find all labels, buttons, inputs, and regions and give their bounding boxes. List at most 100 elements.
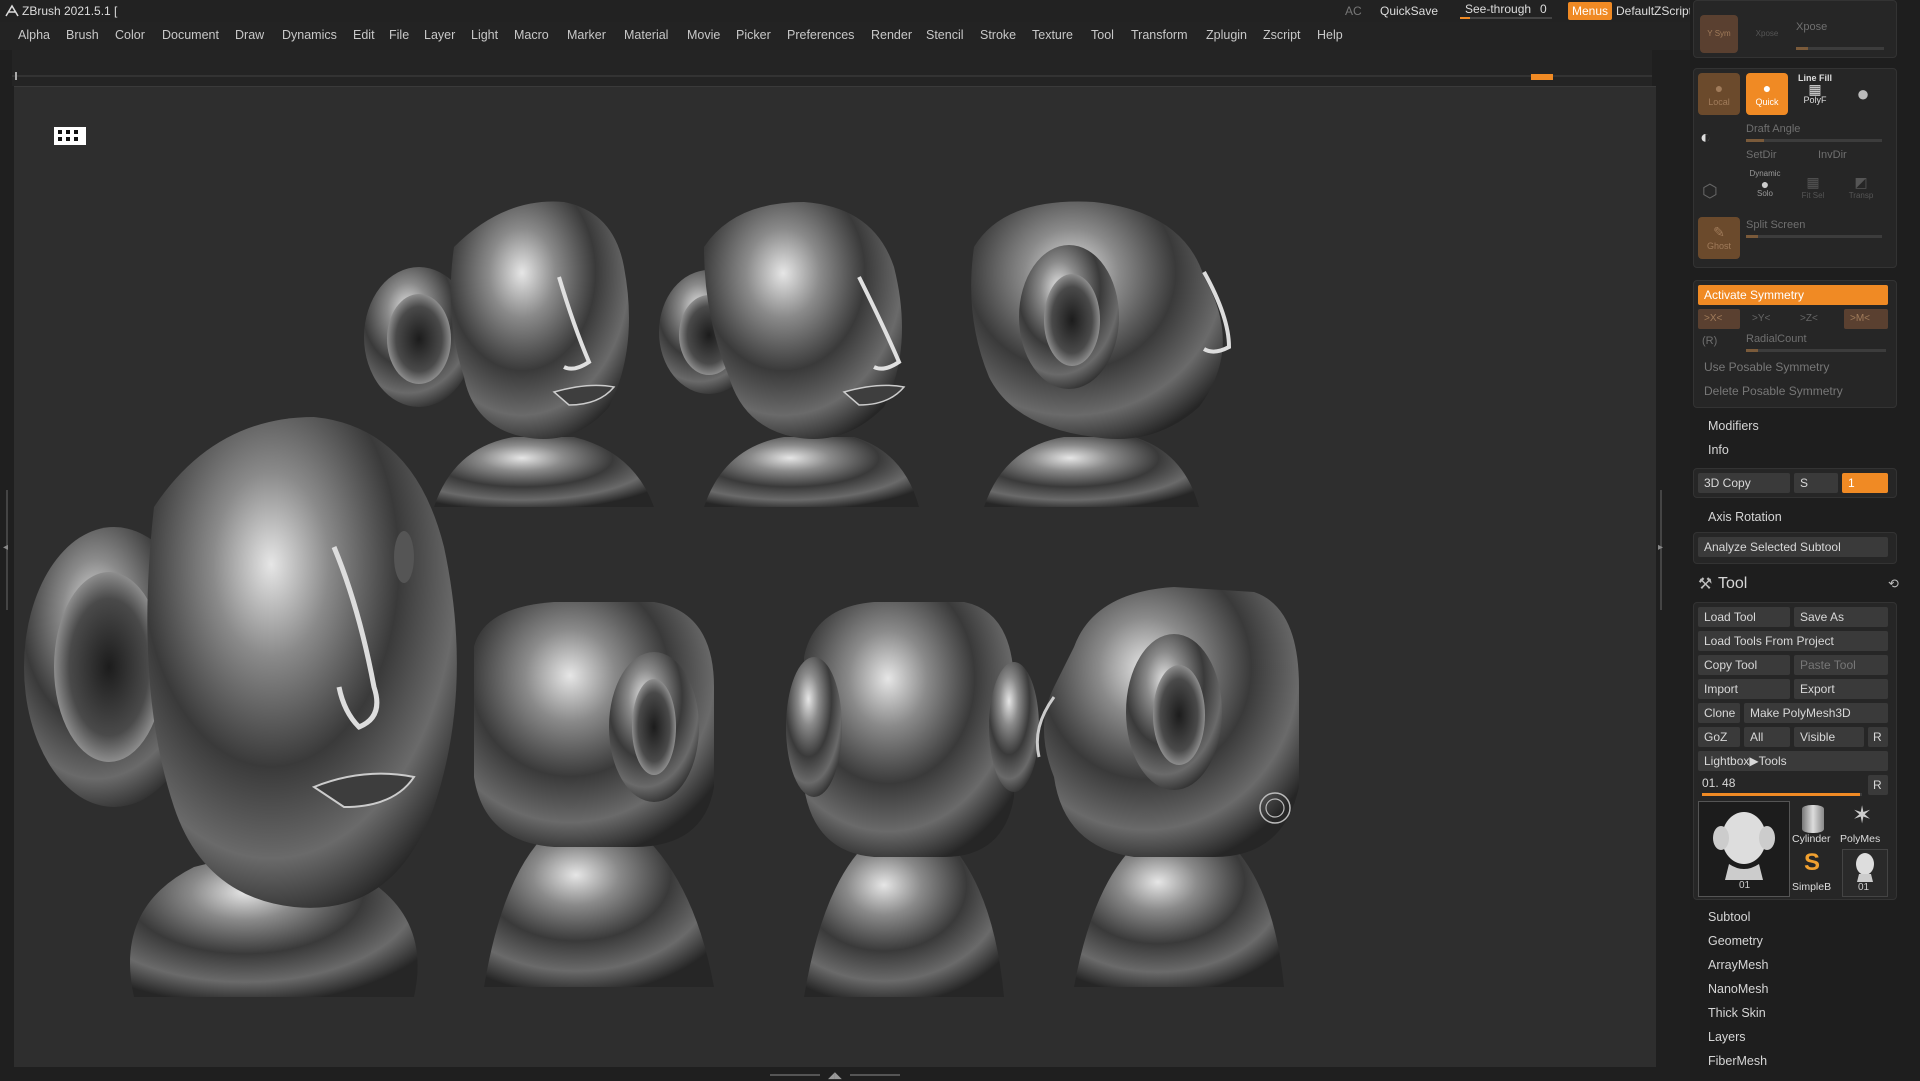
- copy3d-button[interactable]: 3D Copy: [1698, 473, 1790, 493]
- goz-all-button[interactable]: All: [1744, 727, 1790, 747]
- menu-render[interactable]: Render: [871, 28, 912, 42]
- menu-layer[interactable]: Layer: [424, 28, 455, 42]
- menu-tool[interactable]: Tool: [1091, 28, 1114, 42]
- default-zscript-button[interactable]: DefaultZScript: [1616, 0, 1692, 22]
- lightbox-tools-button[interactable]: Lightbox▶Tools: [1698, 751, 1888, 771]
- arraymesh-section[interactable]: ArrayMesh: [1708, 958, 1768, 972]
- info-section[interactable]: Info: [1708, 443, 1729, 457]
- menu-movie[interactable]: Movie: [687, 28, 720, 42]
- tool-r-button[interactable]: R: [1868, 775, 1888, 795]
- sym-x-button[interactable]: >X<: [1698, 309, 1740, 329]
- sculpt-head-top-2[interactable]: [659, 202, 919, 507]
- paste-tool-button[interactable]: Paste Tool: [1794, 655, 1888, 675]
- tool-slider[interactable]: [1702, 793, 1862, 796]
- invdir-button[interactable]: InvDir: [1818, 149, 1847, 161]
- subtool-section[interactable]: Subtool: [1708, 910, 1750, 924]
- copy3d-s-button[interactable]: S: [1794, 473, 1838, 493]
- menu-zplugin[interactable]: Zplugin: [1206, 28, 1247, 42]
- goz-r-button[interactable]: R: [1868, 727, 1888, 747]
- make-polymesh3d-button[interactable]: Make PolyMesh3D: [1744, 703, 1888, 723]
- copy-tool-button[interactable]: Copy Tool: [1698, 655, 1790, 675]
- timeline-cursor[interactable]: [1531, 74, 1553, 80]
- radial-r-button[interactable]: (R): [1702, 335, 1717, 347]
- sculpt-head-bottom-1[interactable]: [474, 602, 714, 987]
- left-tray-handle[interactable]: ◂: [3, 490, 11, 610]
- timeline[interactable]: [12, 50, 1652, 86]
- tool-header[interactable]: ⚒ Tool ⟲: [1690, 572, 1920, 598]
- menu-marker[interactable]: Marker: [567, 28, 606, 42]
- quicksave-button[interactable]: QuickSave: [1380, 0, 1438, 22]
- menu-file[interactable]: File: [389, 28, 409, 42]
- goz-visible-button[interactable]: Visible: [1794, 727, 1864, 747]
- sym-z-button[interactable]: >Z<: [1794, 309, 1836, 329]
- canvas-fps-icon[interactable]: [54, 127, 86, 145]
- setdir-button[interactable]: SetDir: [1746, 149, 1777, 161]
- tool-pin-icon[interactable]: ⚒: [1698, 574, 1712, 594]
- seethrough-slider[interactable]: See-through 0: [1460, 0, 1552, 20]
- radialcount-slider[interactable]: [1746, 349, 1886, 352]
- goz-button[interactable]: GoZ: [1698, 727, 1740, 747]
- export-button[interactable]: Export: [1794, 679, 1888, 699]
- sculpt-head-top-3[interactable]: [971, 201, 1232, 507]
- cube-icon[interactable]: ⬡: [1702, 181, 1718, 202]
- contrast-icon[interactable]: ◐: [1700, 127, 1711, 148]
- menu-preferences[interactable]: Preferences: [787, 28, 854, 42]
- menu-dynamics[interactable]: Dynamics: [282, 28, 337, 42]
- tool-thumb-simplebrush[interactable]: S SimpleB: [1792, 849, 1838, 895]
- clone-button[interactable]: Clone: [1698, 703, 1740, 723]
- menu-macro[interactable]: Macro: [514, 28, 549, 42]
- ysym-button[interactable]: Y Sym: [1700, 15, 1738, 53]
- load-tool-button[interactable]: Load Tool: [1698, 607, 1790, 627]
- sculpt-head-top-1[interactable]: [364, 201, 654, 507]
- solo-button[interactable]: Dynamic ● Solo: [1746, 169, 1784, 207]
- analyze-subtool-button[interactable]: Analyze Selected Subtool: [1698, 537, 1888, 557]
- bottom-tray-handle[interactable]: ◢◣: [770, 1070, 900, 1080]
- tool-thumb-main[interactable]: 01: [1698, 801, 1790, 897]
- activate-symmetry-button[interactable]: Activate Symmetry: [1698, 285, 1888, 305]
- menus-toggle[interactable]: Menus: [1568, 2, 1613, 20]
- tool-thumb-small[interactable]: 01: [1842, 849, 1888, 897]
- ac-indicator[interactable]: AC: [1345, 0, 1362, 22]
- material-sphere-icon[interactable]: ●: [1842, 73, 1884, 115]
- timeline-start-marker[interactable]: [15, 72, 17, 80]
- sym-y-button[interactable]: >Y<: [1746, 309, 1788, 329]
- fit-sel-button[interactable]: ▦ Fit Sel: [1794, 169, 1832, 207]
- transp-button[interactable]: ◩ Transp: [1842, 169, 1880, 207]
- modifiers-section[interactable]: Modifiers: [1708, 419, 1759, 433]
- local-button[interactable]: ● Local: [1698, 73, 1740, 115]
- menu-zscript[interactable]: Zscript: [1263, 28, 1301, 42]
- nanomesh-section[interactable]: NanoMesh: [1708, 982, 1768, 996]
- menu-texture[interactable]: Texture: [1032, 28, 1073, 42]
- menu-light[interactable]: Light: [471, 28, 498, 42]
- tool-thumb-cylinder[interactable]: Cylinder: [1792, 801, 1838, 847]
- menu-document[interactable]: Document: [162, 28, 219, 42]
- menu-brush[interactable]: Brush: [66, 28, 99, 42]
- copy3d-value-field[interactable]: 1: [1842, 473, 1888, 493]
- xpose-icon-button[interactable]: Xpose: [1748, 15, 1786, 53]
- fibermesh-section[interactable]: FiberMesh: [1708, 1054, 1767, 1068]
- timeline-track[interactable]: [12, 75, 1652, 77]
- split-screen-slider[interactable]: [1746, 235, 1882, 238]
- layers-section[interactable]: Layers: [1708, 1030, 1746, 1044]
- ghost-button[interactable]: ✎ Ghost: [1698, 217, 1740, 259]
- draft-angle-slider[interactable]: [1746, 139, 1882, 142]
- menu-draw[interactable]: Draw: [235, 28, 264, 42]
- tool-thumb-polymesh[interactable]: ✶ PolyMes: [1840, 801, 1890, 847]
- menu-material[interactable]: Material: [624, 28, 668, 42]
- sym-m-button[interactable]: >M<: [1844, 309, 1888, 329]
- load-tools-from-project-button[interactable]: Load Tools From Project: [1698, 631, 1888, 651]
- menu-stencil[interactable]: Stencil: [926, 28, 964, 42]
- menu-stroke[interactable]: Stroke: [980, 28, 1016, 42]
- save-as-button[interactable]: Save As: [1794, 607, 1888, 627]
- menu-picker[interactable]: Picker: [736, 28, 771, 42]
- geometry-section[interactable]: Geometry: [1708, 934, 1763, 948]
- quick-button[interactable]: ● Quick: [1746, 73, 1788, 115]
- menu-transform[interactable]: Transform: [1131, 28, 1188, 42]
- sculpt-head-large[interactable]: [24, 417, 457, 997]
- axis-rotation-section[interactable]: Axis Rotation: [1708, 510, 1782, 524]
- polyf-button[interactable]: Line Fill ▦ PolyF: [1794, 73, 1836, 115]
- delete-posable-symmetry-button[interactable]: Delete Posable Symmetry: [1698, 381, 1888, 401]
- canvas-viewport[interactable]: [14, 86, 1656, 1067]
- use-posable-symmetry-button[interactable]: Use Posable Symmetry: [1698, 357, 1888, 377]
- import-button[interactable]: Import: [1698, 679, 1790, 699]
